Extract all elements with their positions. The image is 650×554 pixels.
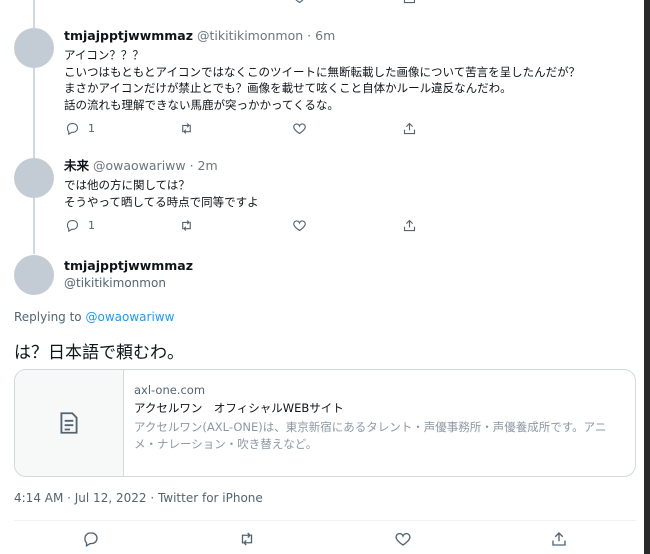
display-name[interactable]: tmjajpptjwwmmaz: [64, 258, 193, 273]
retweet-icon: [182, 123, 191, 134]
divider: [14, 520, 636, 521]
tweet-actions: 1: [0, 218, 650, 238]
tweet-text: は？日本語で頼むわ。: [14, 343, 184, 363]
card-title: アクセルワン オフィシャルWEBサイト: [134, 401, 344, 415]
tweet-meta: 未来 @owaowariww · 2m: [64, 158, 630, 174]
share-button[interactable]: [550, 530, 568, 552]
tweet-meta: tmjajpptjwwmmaz @tikitikimonmon · 6m: [64, 28, 630, 44]
tweet-line: アイコン？？？: [64, 48, 144, 62]
thread-line: [33, 68, 35, 158]
tweet-line: こいつはもともとアイコンではなくこのツイートに無断転載した画像について苦言を呈し…: [64, 64, 581, 79]
main-tweet-actions: [0, 530, 650, 552]
share-button[interactable]: [402, 121, 417, 136]
avatar[interactable]: [14, 255, 54, 295]
share-icon: [403, 122, 416, 135]
reply-icon: [66, 219, 79, 233]
tweet-line: そうやって晒してる時点で同等ですよ: [64, 194, 259, 209]
reply-count: 1: [88, 122, 95, 135]
like-icon[interactable]: [292, 0, 307, 9]
share-icon: [552, 532, 566, 546]
tweet-time[interactable]: · 2m: [190, 158, 218, 173]
share-icon: [403, 219, 416, 232]
like-button[interactable]: [292, 121, 307, 136]
like-icon: [293, 123, 306, 135]
reply-button[interactable]: 1: [65, 121, 95, 136]
replying-label: Replying to: [14, 310, 82, 324]
document-icon: [60, 412, 78, 434]
reply-tweet[interactable]: 未来 @owaowariww · 2m では他の方に関しては？ そうやって晒して…: [64, 158, 630, 210]
display-name[interactable]: tmjajpptjwwmmaz: [64, 28, 193, 43]
like-button[interactable]: [292, 218, 307, 233]
like-icon: [293, 220, 306, 232]
card-domain: axl-one.com: [134, 383, 206, 397]
share-icon[interactable]: [402, 0, 417, 9]
retweet-icon: [182, 220, 191, 231]
display-name[interactable]: 未来: [64, 158, 89, 173]
card-body: axl-one.com アクセルワン オフィシャルWEBサイト アクセルワン(A…: [124, 370, 616, 476]
link-card[interactable]: axl-one.com アクセルワン オフィシャルWEBサイト アクセルワン(A…: [14, 369, 636, 477]
window-edge: [644, 0, 650, 554]
card-description-line: アクセルワン(AXL-ONE)は、東京新宿にあるタレント・声優事務所・声優養成所…: [134, 420, 607, 434]
retweet-button[interactable]: [238, 530, 256, 552]
reply-count: 1: [88, 219, 95, 232]
like-icon: [395, 532, 411, 546]
thread-line: [33, 0, 35, 28]
tweet-line: 話の流れも理解できない馬鹿が突っかかってくるな。: [64, 97, 339, 112]
tweet-text: では他の方に関しては？ そうやって晒してる時点で同等ですよ: [64, 177, 630, 210]
user-handle[interactable]: @tikitikimonmon: [197, 28, 303, 43]
tweet-line: まさかアイコンだけが禁止とでも？画像を載せて呟くこと自体かルール違反なんだわ。: [64, 81, 512, 95]
replying-to-link[interactable]: @owaowariww: [85, 310, 174, 324]
share-button[interactable]: [402, 218, 417, 233]
reply-icon: [66, 122, 79, 136]
reply-button[interactable]: [82, 530, 100, 552]
retweet-button[interactable]: [179, 121, 194, 136]
card-description-line: メ・ナレーション・吹き替えなど。: [134, 437, 318, 451]
user-handle[interactable]: @tikitikimonmon: [64, 276, 166, 290]
tweet-actions: 1: [0, 121, 650, 141]
user-handle[interactable]: @owaowariww: [93, 158, 186, 173]
card-thumbnail: [15, 370, 124, 476]
tweet-line: では他の方に関しては？: [64, 178, 190, 192]
tweet-time[interactable]: · 6m: [307, 28, 335, 43]
card-description: アクセルワン(AXL-ONE)は、東京新宿にあるタレント・声優事務所・声優養成所…: [134, 419, 606, 453]
tweet-timestamp[interactable]: 4:14 AM · Jul 12, 2022 · Twitter for iPh…: [14, 491, 263, 505]
reply-button[interactable]: 1: [65, 218, 95, 233]
reply-tweet[interactable]: tmjajpptjwwmmaz @tikitikimonmon · 6m アイコ…: [64, 28, 630, 113]
avatar[interactable]: [14, 158, 54, 198]
retweet-button[interactable]: [179, 218, 194, 233]
like-button[interactable]: [394, 530, 412, 552]
reply-icon: [84, 532, 98, 547]
tweet-text: アイコン？？？ こいつはもともとアイコンではなくこのツイートに無断転載した画像に…: [64, 47, 630, 113]
avatar[interactable]: [14, 28, 54, 68]
retweet-icon: [241, 532, 253, 546]
replying-to: Replying to @owaowariww: [14, 310, 174, 324]
